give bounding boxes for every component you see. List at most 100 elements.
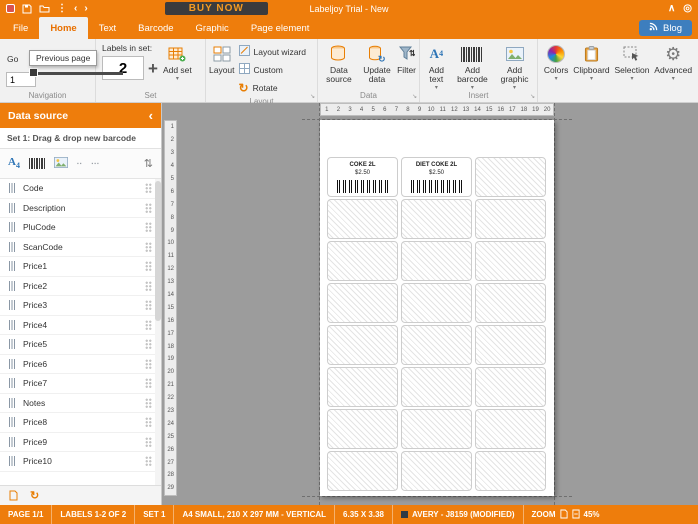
label-diet-coke-2l[interactable]: DIET COKE 2L $2.50 (401, 157, 472, 197)
empty-label-cell[interactable] (475, 157, 546, 197)
empty-label-cell[interactable] (327, 325, 398, 365)
forward-icon[interactable]: › (84, 3, 87, 14)
blog-button[interactable]: Blog (638, 20, 692, 36)
field-row-price4[interactable]: Price4 (0, 316, 161, 335)
field-row-notes[interactable]: Notes (0, 394, 161, 413)
drag-handle-icon[interactable] (145, 202, 152, 213)
drag-handle-icon[interactable] (145, 183, 152, 194)
field-row-price1[interactable]: Price1 (0, 257, 161, 277)
layout-dialog-launcher-icon[interactable]: ↘ (310, 93, 315, 100)
field-row-price8[interactable]: Price8 (0, 413, 161, 433)
field-row-code[interactable]: Code (0, 179, 161, 199)
data-source-button[interactable]: Data source (320, 41, 358, 85)
layout-wizard-button[interactable]: Layout wizard (236, 43, 309, 60)
custom-layout-button[interactable]: Custom (236, 61, 309, 78)
drag-handle-icon[interactable] (145, 378, 152, 389)
sort-fields-icon[interactable]: ⇅ (144, 157, 153, 170)
tab-barcode[interactable]: Barcode (127, 17, 184, 39)
add-barcode-field-icon[interactable] (28, 158, 45, 169)
increase-labels-icon[interactable]: + (148, 60, 158, 77)
menu-dots-icon[interactable]: ⋮ (57, 3, 67, 14)
field-row-price3[interactable]: Price3 (0, 296, 161, 316)
field-row-scancode[interactable]: ScanCode (0, 238, 161, 257)
zoom-value[interactable]: 45% (584, 510, 600, 519)
layout-button[interactable]: Layout (208, 41, 236, 76)
drag-handle-icon[interactable] (145, 300, 152, 311)
tab-text[interactable]: Text (88, 17, 127, 39)
empty-label-cell[interactable] (401, 325, 472, 365)
add-image-field-icon[interactable] (53, 155, 68, 173)
scrollbar-thumb[interactable] (155, 181, 161, 321)
design-canvas[interactable]: 1 2 3 4 5 6 7 8 9 10 11 12 13 14 15 16 17 18 19 20 12345678… (162, 103, 698, 505)
page-document-icon[interactable] (9, 490, 18, 501)
field-row-price7[interactable]: Price7 (0, 374, 161, 394)
tab-file[interactable]: File (2, 17, 39, 39)
selection-button[interactable]: Selection ▾ (613, 41, 650, 82)
empty-label-cell[interactable] (401, 283, 472, 323)
empty-label-cell[interactable] (327, 409, 398, 449)
add-text-button[interactable]: A4 Add text ▾ (422, 41, 451, 91)
collapse-panel-icon[interactable]: ‹ (149, 108, 153, 123)
empty-label-cell[interactable] (475, 451, 546, 491)
tab-home[interactable]: Home (39, 17, 88, 39)
add-text-field-icon[interactable]: A4 (8, 156, 20, 170)
field-row-price10[interactable]: Price10 (0, 452, 161, 472)
empty-label-cell[interactable] (401, 451, 472, 491)
drag-handle-icon[interactable] (145, 417, 152, 428)
buy-now-button[interactable]: BUY NOW (164, 2, 268, 15)
empty-label-cell[interactable] (475, 199, 546, 239)
refresh-source-icon[interactable]: ↻ (30, 489, 39, 502)
empty-label-cell[interactable] (401, 241, 472, 281)
update-data-button[interactable]: ↻ Update data (358, 41, 396, 85)
add-graphic-button[interactable]: Add graphic ▾ (494, 41, 535, 91)
drag-handle-icon[interactable] (145, 436, 152, 447)
field-row-price5[interactable]: Price5 (0, 335, 161, 355)
back-icon[interactable]: ‹ (74, 3, 77, 14)
label-coke-2l[interactable]: COKE 2L $2.50 (327, 157, 398, 197)
drag-handle-icon[interactable] (145, 456, 152, 467)
empty-label-cell[interactable] (475, 283, 546, 323)
empty-label-cell[interactable] (401, 409, 472, 449)
empty-label-cell[interactable] (475, 409, 546, 449)
filter-button[interactable]: ⇅ Filter (396, 41, 417, 76)
field-row-price6[interactable]: Price6 (0, 355, 161, 374)
drag-handle-icon[interactable] (145, 319, 152, 330)
drag-handle-icon[interactable] (145, 358, 152, 369)
field-row-price9[interactable]: Price9 (0, 433, 161, 452)
empty-label-cell[interactable] (475, 241, 546, 281)
field-row-price2[interactable]: Price2 (0, 277, 161, 296)
page-slider-handle[interactable] (29, 68, 38, 77)
save-icon[interactable] (22, 4, 32, 14)
drag-handle-icon[interactable] (145, 280, 152, 291)
tab-graphic[interactable]: Graphic (185, 17, 240, 39)
colors-button[interactable]: Colors ▾ (543, 41, 570, 82)
field-row-plucode[interactable]: PluCode (0, 218, 161, 238)
drag-handle-icon[interactable] (145, 397, 152, 408)
empty-label-cell[interactable] (475, 325, 546, 365)
drag-handle-icon[interactable] (145, 261, 152, 272)
collapse-ribbon-icon[interactable]: ∧ (668, 3, 675, 14)
drag-handle-icon[interactable] (145, 241, 152, 252)
drag-handle-icon[interactable] (145, 339, 152, 350)
empty-label-cell[interactable] (327, 241, 398, 281)
empty-label-cell[interactable] (401, 367, 472, 407)
clipboard-button[interactable]: Clipboard ▾ (572, 41, 610, 82)
empty-label-cell[interactable] (401, 199, 472, 239)
field-list-scrollbar[interactable] (155, 179, 161, 485)
empty-label-cell[interactable] (327, 367, 398, 407)
help-icon[interactable]: ◎ (683, 3, 692, 14)
empty-label-cell[interactable] (327, 283, 398, 323)
page-slider[interactable] (29, 68, 123, 77)
page[interactable]: COKE 2L $2.50 DIET COKE 2L $2.50 (320, 120, 554, 496)
add-barcode-button[interactable]: Add barcode ▾ (451, 41, 494, 91)
zoom-fit-width-icon[interactable] (571, 509, 580, 521)
advanced-button[interactable]: ⚙ Advanced ▾ (653, 41, 693, 82)
insert-dialog-launcher-icon[interactable]: ↘ (530, 93, 535, 100)
empty-label-cell[interactable] (475, 367, 546, 407)
view-option-icon-b[interactable]: ▪▪▪ (92, 161, 100, 167)
data-dialog-launcher-icon[interactable]: ↘ (412, 93, 417, 100)
view-option-icon-a[interactable]: ▪▪ (77, 161, 83, 167)
drag-handle-icon[interactable] (145, 222, 152, 233)
field-row-description[interactable]: Description (0, 199, 161, 218)
tab-page-element[interactable]: Page element (240, 17, 321, 39)
